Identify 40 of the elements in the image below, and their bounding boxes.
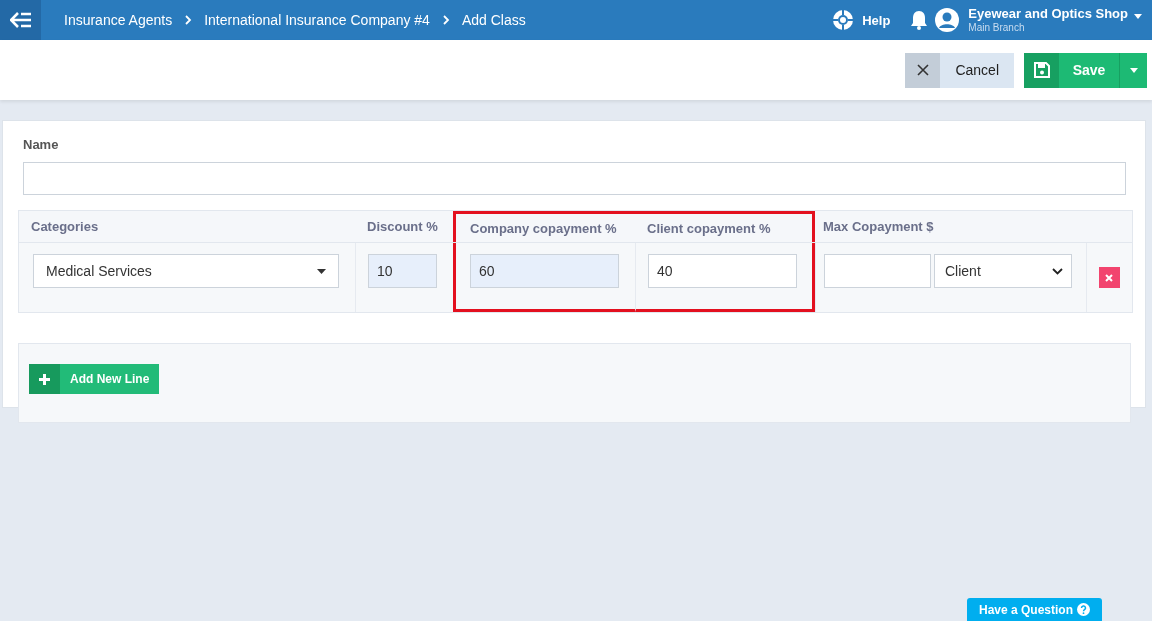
menu-button[interactable]: [0, 0, 41, 40]
close-icon: [1105, 273, 1113, 282]
plus-icon: [39, 373, 50, 385]
have-a-question-button[interactable]: Have a Question: [966, 598, 1102, 621]
save-button[interactable]: Save: [1024, 52, 1119, 88]
column-header: Discount %: [367, 219, 438, 234]
column-header: Client copayment %: [647, 220, 771, 236]
back-menu-icon: [9, 12, 32, 28]
name-input-field[interactable]: [23, 162, 1126, 195]
discount-input-field[interactable]: 10: [368, 254, 437, 288]
max-copayment-input-field[interactable]: [824, 254, 931, 288]
chevron-icon: [441, 15, 450, 25]
account-name[interactable]: Eyewear and Optics Shop: [968, 6, 1128, 21]
caret-icon: [1129, 67, 1138, 73]
field-label: Name: [23, 137, 60, 152]
close-icon: [916, 64, 929, 76]
user-avatar-icon[interactable]: [934, 7, 961, 33]
category-select[interactable]: Medical Services: [33, 254, 339, 288]
question-icon: [1077, 603, 1090, 616]
lifebuoy-icon: [831, 8, 856, 32]
chevron-down-icon: [1052, 267, 1063, 275]
cancel-button[interactable]: Cancel: [905, 52, 1014, 88]
branch-name: Main Branch: [968, 21, 1026, 34]
add-new-line-button[interactable]: Add New Line: [29, 364, 160, 394]
payer-select[interactable]: Client: [934, 254, 1072, 288]
help-link[interactable]: Help: [831, 8, 891, 32]
breadcrumb-link[interactable]: Insurance Agents: [64, 12, 173, 28]
bell-icon[interactable]: [910, 10, 929, 30]
save-options-button[interactable]: [1119, 52, 1147, 88]
caret-icon: [317, 268, 326, 274]
column-header: Company copayment %: [470, 220, 617, 236]
breadcrumb-link[interactable]: Add Class: [461, 12, 526, 28]
breadcrumb-link[interactable]: International Insurance Company #4: [204, 12, 430, 28]
company-copayment-input-field[interactable]: 60: [470, 254, 619, 288]
caret-icon[interactable]: [1134, 14, 1142, 19]
client-copayment-input-field[interactable]: 40: [648, 254, 797, 288]
delete-row-button[interactable]: [1098, 267, 1120, 288]
chevron-icon: [184, 15, 193, 25]
column-header: Categories: [31, 219, 99, 234]
column-header: Max Copayment $: [823, 219, 934, 234]
